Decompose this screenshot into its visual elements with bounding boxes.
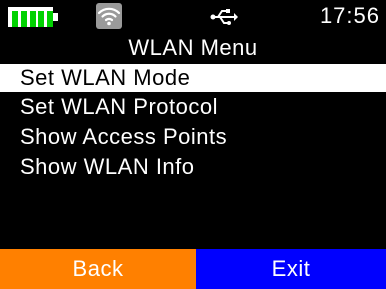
battery-icon	[8, 7, 59, 27]
wifi-icon	[96, 3, 122, 29]
back-button[interactable]: Back	[0, 249, 196, 289]
battery-body	[8, 7, 53, 27]
battery-cell	[20, 11, 27, 27]
exit-button[interactable]: Exit	[196, 249, 386, 289]
device-screen: 17:56 WLAN Menu Set WLAN Mode Set WLAN P…	[0, 0, 386, 289]
menu-item-show-access-points[interactable]: Show Access Points	[0, 122, 386, 152]
clock: 17:56	[319, 3, 380, 28]
battery-cells	[12, 11, 53, 27]
battery-cell	[38, 11, 45, 27]
status-bar: 17:56	[0, 0, 386, 34]
battery-cell	[12, 11, 18, 27]
menu-list: Set WLAN Mode Set WLAN Protocol Show Acc…	[0, 64, 386, 182]
battery-tip	[53, 13, 58, 21]
menu-item-set-wlan-protocol[interactable]: Set WLAN Protocol	[0, 92, 386, 122]
menu-title: WLAN Menu	[128, 35, 258, 60]
battery-cell	[29, 11, 36, 27]
usb-icon	[210, 9, 238, 25]
menu-item-show-wlan-info[interactable]: Show WLAN Info	[0, 152, 386, 182]
softkey-bar: Back Exit	[0, 249, 386, 289]
menu-item-set-wlan-mode[interactable]: Set WLAN Mode	[0, 64, 386, 92]
